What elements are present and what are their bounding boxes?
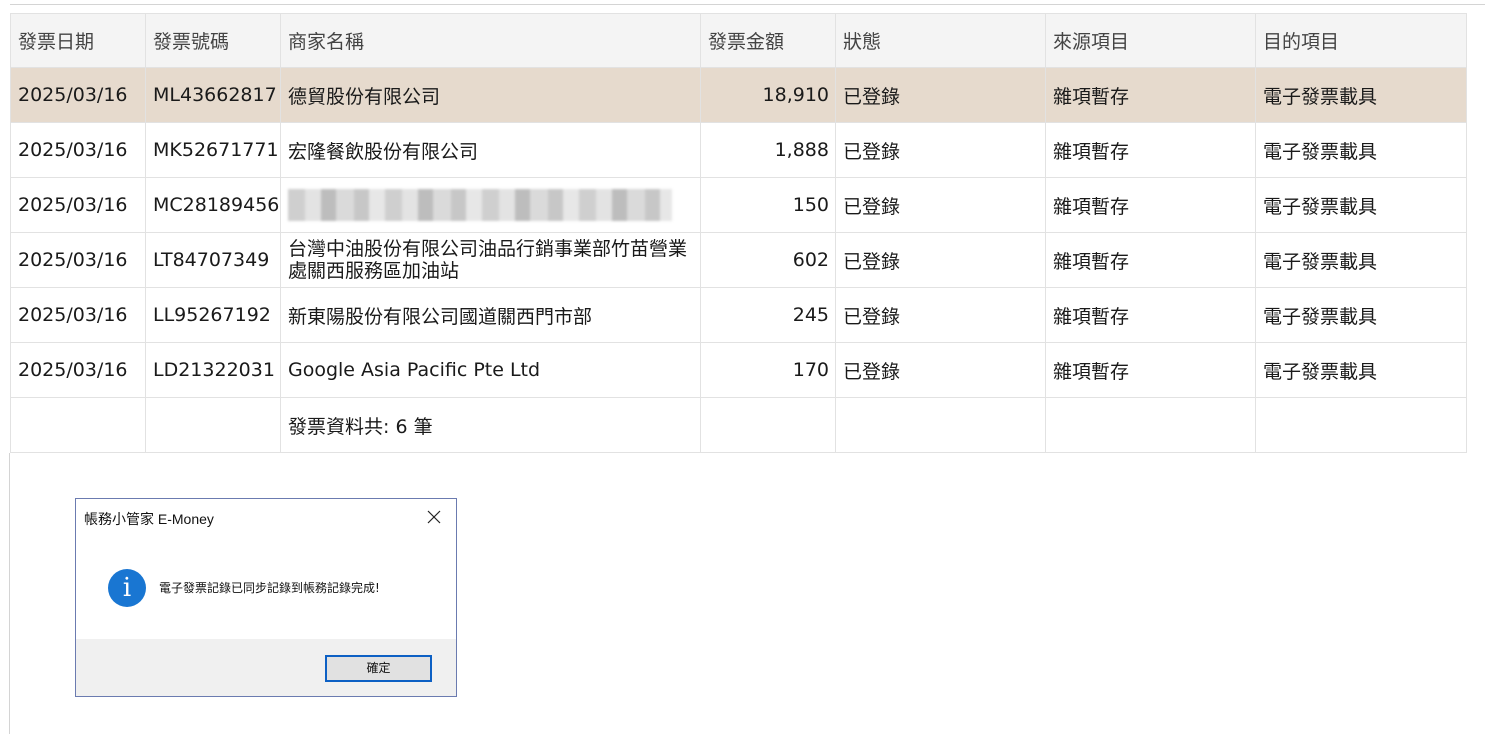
cell-merchant: 新東陽股份有限公司國道關西門市部 bbox=[280, 287, 701, 343]
column-header-amount[interactable]: 發票金額 bbox=[700, 13, 836, 68]
dialog-message: 電子發票記錄已同步記錄到帳務記錄完成! bbox=[159, 581, 380, 595]
cell-amount: 18,910 bbox=[700, 67, 836, 123]
cell-amount: 245 bbox=[700, 287, 836, 343]
table-header-row: 發票日期 發票號碼 商家名稱 發票金額 狀態 來源項目 目的項目 bbox=[10, 13, 1467, 68]
cell-number: MC28189456 bbox=[145, 177, 281, 233]
cell-merchant-redacted bbox=[280, 177, 701, 233]
cell-merchant: Google Asia Pacific Pte Ltd bbox=[280, 342, 701, 398]
table-row[interactable]: 2025/03/16 MC28189456 150 已登錄 雜項暫存 電子發票載… bbox=[10, 177, 1467, 233]
cell-source: 雜項暫存 bbox=[1045, 177, 1256, 233]
cell-status: 已登錄 bbox=[835, 287, 1046, 343]
column-header-target[interactable]: 目的項目 bbox=[1255, 13, 1467, 68]
cell-date: 2025/03/16 bbox=[10, 342, 146, 398]
cell-date: 2025/03/16 bbox=[10, 232, 146, 288]
cell-target: 電子發票載具 bbox=[1255, 177, 1467, 233]
cell-source: 雜項暫存 bbox=[1045, 232, 1256, 288]
cell-status: 已登錄 bbox=[835, 177, 1046, 233]
cell-merchant: 台灣中油股份有限公司油品行銷事業部竹苗營業處關西服務區加油站 bbox=[280, 232, 701, 288]
cell-empty bbox=[835, 397, 1046, 453]
app-window: 發票日期 發票號碼 商家名稱 發票金額 狀態 來源項目 目的項目 2025/03… bbox=[0, 0, 1485, 734]
cell-empty bbox=[1045, 397, 1256, 453]
dialog-title: 帳務小管家 E-Money bbox=[84, 511, 214, 527]
cell-amount: 170 bbox=[700, 342, 836, 398]
cell-merchant: 宏隆餐飲股份有限公司 bbox=[280, 122, 701, 178]
dialog-footer: 確定 bbox=[76, 639, 456, 696]
cell-empty bbox=[700, 397, 836, 453]
cell-target: 電子發票載具 bbox=[1255, 342, 1467, 398]
dialog-body: i 電子發票記錄已同步記錄到帳務記錄完成! bbox=[76, 537, 456, 639]
cell-number: MK52671771 bbox=[145, 122, 281, 178]
left-divider bbox=[9, 453, 10, 734]
cell-amount: 150 bbox=[700, 177, 836, 233]
information-icon: i bbox=[108, 569, 146, 607]
table-summary-row: 發票資料共: 6 筆 bbox=[10, 397, 1467, 453]
cell-source: 雜項暫存 bbox=[1045, 342, 1256, 398]
column-header-merchant[interactable]: 商家名稱 bbox=[280, 13, 701, 68]
cell-number: LT84707349 bbox=[145, 232, 281, 288]
cell-target: 電子發票載具 bbox=[1255, 122, 1467, 178]
ok-button[interactable]: 確定 bbox=[325, 655, 432, 682]
cell-status: 已登錄 bbox=[835, 67, 1046, 123]
cell-source: 雜項暫存 bbox=[1045, 67, 1256, 123]
close-icon[interactable] bbox=[420, 506, 448, 530]
cell-date: 2025/03/16 bbox=[10, 287, 146, 343]
message-dialog: 帳務小管家 E-Money i 電子發票記錄已同步記錄到帳務記錄完成! 確定 bbox=[75, 498, 457, 697]
cell-source: 雜項暫存 bbox=[1045, 122, 1256, 178]
cell-empty bbox=[145, 397, 281, 453]
cell-status: 已登錄 bbox=[835, 342, 1046, 398]
table-row[interactable]: 2025/03/16 ML43662817 德貿股份有限公司 18,910 已登… bbox=[10, 67, 1467, 123]
cell-empty bbox=[1255, 397, 1467, 453]
cell-status: 已登錄 bbox=[835, 232, 1046, 288]
column-header-date[interactable]: 發票日期 bbox=[10, 13, 146, 68]
column-header-status[interactable]: 狀態 bbox=[835, 13, 1046, 68]
table-row[interactable]: 2025/03/16 LD21322031 Google Asia Pacifi… bbox=[10, 342, 1467, 398]
table-row[interactable]: 2025/03/16 LL95267192 新東陽股份有限公司國道關西門市部 2… bbox=[10, 287, 1467, 343]
cell-target: 電子發票載具 bbox=[1255, 287, 1467, 343]
cell-merchant: 德貿股份有限公司 bbox=[280, 67, 701, 123]
cell-number: LD21322031 bbox=[145, 342, 281, 398]
redacted-merchant-name bbox=[288, 189, 672, 221]
cell-amount: 602 bbox=[700, 232, 836, 288]
column-header-source[interactable]: 來源項目 bbox=[1045, 13, 1256, 68]
invoice-count-summary: 發票資料共: 6 筆 bbox=[280, 397, 701, 453]
cell-status: 已登錄 bbox=[835, 122, 1046, 178]
top-divider bbox=[10, 4, 1485, 5]
cell-empty bbox=[10, 397, 146, 453]
table-row[interactable]: 2025/03/16 MK52671771 宏隆餐飲股份有限公司 1,888 已… bbox=[10, 122, 1467, 178]
cell-number: ML43662817 bbox=[145, 67, 281, 123]
cell-date: 2025/03/16 bbox=[10, 122, 146, 178]
cell-number: LL95267192 bbox=[145, 287, 281, 343]
cell-amount: 1,888 bbox=[700, 122, 836, 178]
cell-target: 電子發票載具 bbox=[1255, 232, 1467, 288]
column-header-number[interactable]: 發票號碼 bbox=[145, 13, 281, 68]
cell-date: 2025/03/16 bbox=[10, 177, 146, 233]
invoice-table: 發票日期 發票號碼 商家名稱 發票金額 狀態 來源項目 目的項目 2025/03… bbox=[10, 13, 1467, 453]
cell-source: 雜項暫存 bbox=[1045, 287, 1256, 343]
table-row[interactable]: 2025/03/16 LT84707349 台灣中油股份有限公司油品行銷事業部竹… bbox=[10, 232, 1467, 288]
close-icon-glyph bbox=[427, 510, 441, 524]
cell-target: 電子發票載具 bbox=[1255, 67, 1467, 123]
cell-date: 2025/03/16 bbox=[10, 67, 146, 123]
